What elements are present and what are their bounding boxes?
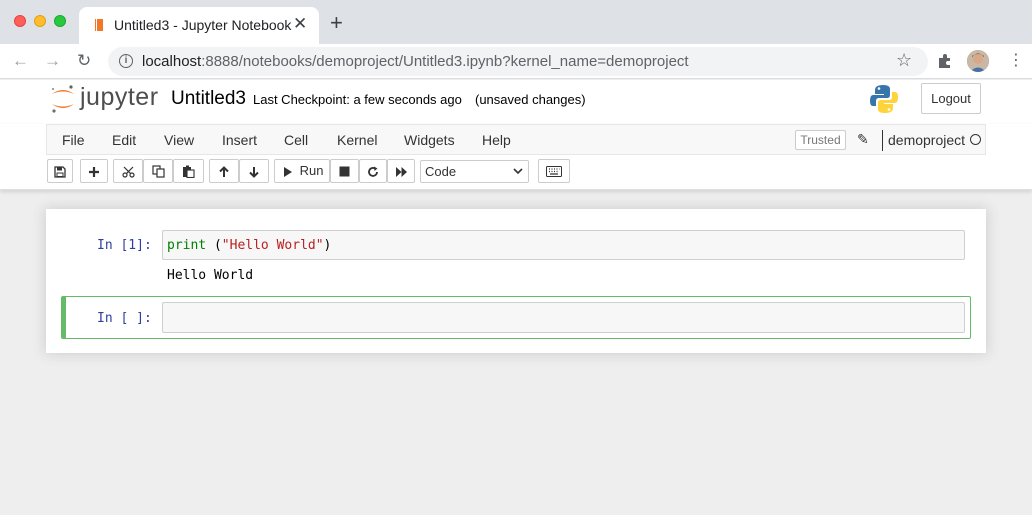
copy-icon xyxy=(151,165,165,178)
url-host: localhost xyxy=(142,53,202,70)
save-icon xyxy=(54,165,66,178)
scissors-icon xyxy=(121,166,135,178)
run-label: Run xyxy=(299,163,324,178)
chevron-down-icon xyxy=(513,161,523,189)
browser-tab[interactable]: Untitled3 - Jupyter Notebook ✕ xyxy=(79,7,319,44)
maximize-window-button[interactable] xyxy=(54,15,66,27)
move-down-button[interactable] xyxy=(239,159,269,183)
code-open-paren: ( xyxy=(213,238,222,253)
jupyter-header: jupyter Untitled3 Last Checkpoint: a few… xyxy=(0,80,1032,124)
move-up-button[interactable] xyxy=(209,159,239,183)
close-tab-icon[interactable]: ✕ xyxy=(293,14,307,34)
kernel-name[interactable]: demoproject xyxy=(888,132,965,148)
code-keyword: print xyxy=(167,238,207,253)
pencil-icon[interactable]: ✎ xyxy=(857,131,869,148)
copy-button[interactable] xyxy=(143,159,173,183)
new-tab-button[interactable]: + xyxy=(330,12,343,34)
paste-icon xyxy=(183,165,195,179)
paste-button[interactable] xyxy=(173,159,204,183)
kernel-idle-indicator-icon xyxy=(970,134,981,145)
code-close-paren: ) xyxy=(323,238,332,253)
site-info-icon[interactable]: i xyxy=(119,54,133,68)
menu-view[interactable]: View xyxy=(164,132,194,148)
menu-file[interactable]: File xyxy=(62,132,85,148)
url-text[interactable]: localhost:8888/notebooks/demoproject/Unt… xyxy=(142,53,689,70)
trusted-indicator[interactable]: Trusted xyxy=(795,130,846,150)
address-bar[interactable]: i localhost:8888/notebooks/demoproject/U… xyxy=(108,47,928,76)
code-string: "Hello World" xyxy=(221,238,324,253)
keyboard-icon xyxy=(546,166,562,178)
menu-widgets[interactable]: Widgets xyxy=(404,132,455,148)
address-bar-row: ← → ↻ i localhost:8888/notebooks/demopro… xyxy=(0,44,1032,79)
logout-button[interactable]: Logout xyxy=(921,83,981,114)
restart-icon xyxy=(368,166,378,177)
notebook-favicon-icon xyxy=(95,19,103,31)
tab-title: Untitled3 - Jupyter Notebook xyxy=(114,17,292,33)
jupyter-logo-text[interactable]: jupyter xyxy=(80,83,159,112)
interrupt-kernel-button[interactable] xyxy=(330,159,359,183)
input-prompt: In [1]: xyxy=(97,238,152,253)
bookmark-star-icon[interactable]: ☆ xyxy=(896,50,912,71)
reload-button[interactable]: ↻ xyxy=(77,51,91,71)
menu-cell[interactable]: Cell xyxy=(284,132,308,148)
code-input-area[interactable]: print ("Hello World") xyxy=(162,230,965,260)
python-logo-icon xyxy=(870,85,898,113)
extensions-puzzle-icon[interactable] xyxy=(936,52,954,70)
save-button[interactable] xyxy=(47,159,73,183)
command-palette-button[interactable] xyxy=(538,159,570,183)
browser-tab-bar: Untitled3 - Jupyter Notebook ✕ + xyxy=(0,0,1032,44)
menu-insert[interactable]: Insert xyxy=(222,132,257,148)
kernel-separator xyxy=(882,130,883,151)
code-input-area[interactable] xyxy=(162,302,965,333)
profile-avatar[interactable] xyxy=(967,50,989,72)
save-status: (unsaved changes) xyxy=(475,92,586,107)
cut-button[interactable] xyxy=(113,159,143,183)
run-button[interactable]: Run xyxy=(274,159,330,183)
menu-help[interactable]: Help xyxy=(482,132,511,148)
back-button[interactable]: ← xyxy=(12,51,29,71)
restart-run-all-button[interactable] xyxy=(387,159,415,183)
notebook-container: In [1]: print ("Hello World") Hello Worl… xyxy=(46,209,986,353)
close-window-button[interactable] xyxy=(14,15,26,27)
cell-type-select[interactable]: Code xyxy=(420,160,529,183)
stop-icon xyxy=(339,166,350,177)
jupyter-logo-icon[interactable] xyxy=(49,84,77,114)
code-text[interactable]: print ("Hello World") xyxy=(167,238,331,253)
insert-cell-button[interactable] xyxy=(80,159,108,183)
selected-code-cell[interactable]: In [ ]: xyxy=(61,296,971,339)
arrow-up-icon xyxy=(219,165,229,177)
forward-button[interactable]: → xyxy=(44,51,61,71)
avatar-photo-icon xyxy=(967,50,989,72)
restart-kernel-button[interactable] xyxy=(359,159,387,183)
arrow-down-icon xyxy=(249,166,259,178)
play-icon xyxy=(284,166,292,177)
last-checkpoint: Last Checkpoint: a few seconds ago xyxy=(253,92,462,107)
menubar: File Edit View Insert Cell Kernel Widget… xyxy=(46,124,986,155)
cell-type-value: Code xyxy=(425,164,457,179)
minimize-window-button[interactable] xyxy=(34,15,46,27)
plus-icon xyxy=(89,166,99,177)
fast-forward-icon xyxy=(395,166,407,177)
menu-edit[interactable]: Edit xyxy=(112,132,136,148)
notebook-title[interactable]: Untitled3 xyxy=(171,88,246,110)
input-prompt: In [ ]: xyxy=(97,311,152,326)
menu-kernel[interactable]: Kernel xyxy=(337,132,377,148)
url-path: :8888/notebooks/demoproject/Untitled3.ip… xyxy=(201,53,689,70)
cell-output: Hello World xyxy=(167,268,254,283)
menubar-container: File Edit View Insert Cell Kernel Widget… xyxy=(0,124,1032,190)
browser-menu-icon[interactable]: ⋮ xyxy=(1008,51,1024,71)
